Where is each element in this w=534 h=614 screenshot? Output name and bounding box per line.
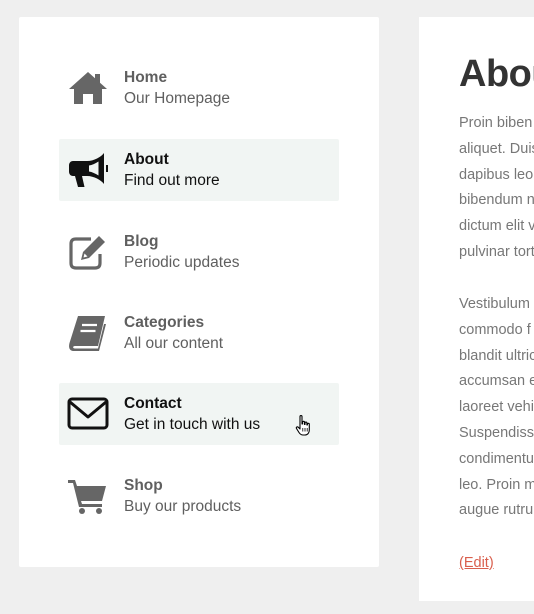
paragraph-line: dictum elit v bbox=[459, 218, 534, 235]
paragraph-line: blandit ultric bbox=[459, 347, 534, 364]
paragraph-line: leo. Proin m bbox=[459, 476, 534, 493]
hand-cursor-icon bbox=[295, 414, 313, 438]
paragraph-2: Vestibulum commodo f blandit ultric accu… bbox=[459, 292, 534, 524]
paragraph-line: accumsan e bbox=[459, 373, 534, 390]
paragraph-line: bibendum n bbox=[459, 192, 534, 209]
nav-item-title: About bbox=[124, 151, 169, 168]
paragraph-line: dapibus leo bbox=[459, 166, 534, 183]
nav-item-title: Blog bbox=[124, 233, 159, 250]
edit-link[interactable]: (Edit) bbox=[459, 555, 494, 571]
nav-item-title: Shop bbox=[124, 477, 163, 494]
nav-item-subtitle: Get in touch with us bbox=[124, 416, 261, 433]
nav-item-categories[interactable]: Categories All our content bbox=[59, 302, 339, 364]
nav-item-about[interactable]: About Find out more bbox=[59, 139, 339, 201]
sidebar-menu: Home Our Homepage About Find out more Bl… bbox=[19, 17, 379, 567]
envelope-icon bbox=[67, 394, 109, 434]
paragraph-line: laoreet vehi bbox=[459, 399, 534, 416]
nav-item-title: Categories bbox=[124, 314, 205, 331]
paragraph-line: aliquet. Duis bbox=[459, 140, 534, 157]
nav-item-title: Home bbox=[124, 69, 168, 86]
megaphone-icon bbox=[67, 150, 109, 190]
nav-item-subtitle: Periodic updates bbox=[124, 254, 240, 271]
paragraph-line: Suspendiss bbox=[459, 424, 534, 441]
nav-item-home[interactable]: Home Our Homepage bbox=[59, 57, 339, 119]
nav-item-subtitle: Buy our products bbox=[124, 498, 242, 515]
paragraph-line: condimentu bbox=[459, 450, 534, 467]
edit-icon bbox=[67, 232, 109, 272]
paragraph-line: augue rutru bbox=[459, 502, 534, 519]
nav-item-shop[interactable]: Shop Buy our products bbox=[59, 465, 339, 527]
main-content: Abou Proin biben aliquet. Duis dapibus l… bbox=[419, 17, 534, 601]
home-icon bbox=[67, 68, 109, 108]
cart-icon bbox=[67, 476, 109, 516]
nav-item-title: Contact bbox=[124, 395, 182, 412]
page-title: Abou bbox=[459, 53, 534, 95]
book-icon bbox=[67, 313, 109, 353]
paragraph-1: Proin biben aliquet. Duis dapibus leo bi… bbox=[459, 111, 534, 266]
nav-item-subtitle: All our content bbox=[124, 335, 224, 352]
paragraph-line: Proin biben bbox=[459, 115, 533, 131]
nav-item-subtitle: Find out more bbox=[124, 172, 220, 189]
nav-item-blog[interactable]: Blog Periodic updates bbox=[59, 221, 339, 283]
paragraph-line: Vestibulum bbox=[459, 296, 530, 312]
paragraph-line: commodo f bbox=[459, 321, 531, 338]
paragraph-line: pulvinar tort bbox=[459, 243, 534, 260]
nav-item-subtitle: Our Homepage bbox=[124, 90, 230, 107]
